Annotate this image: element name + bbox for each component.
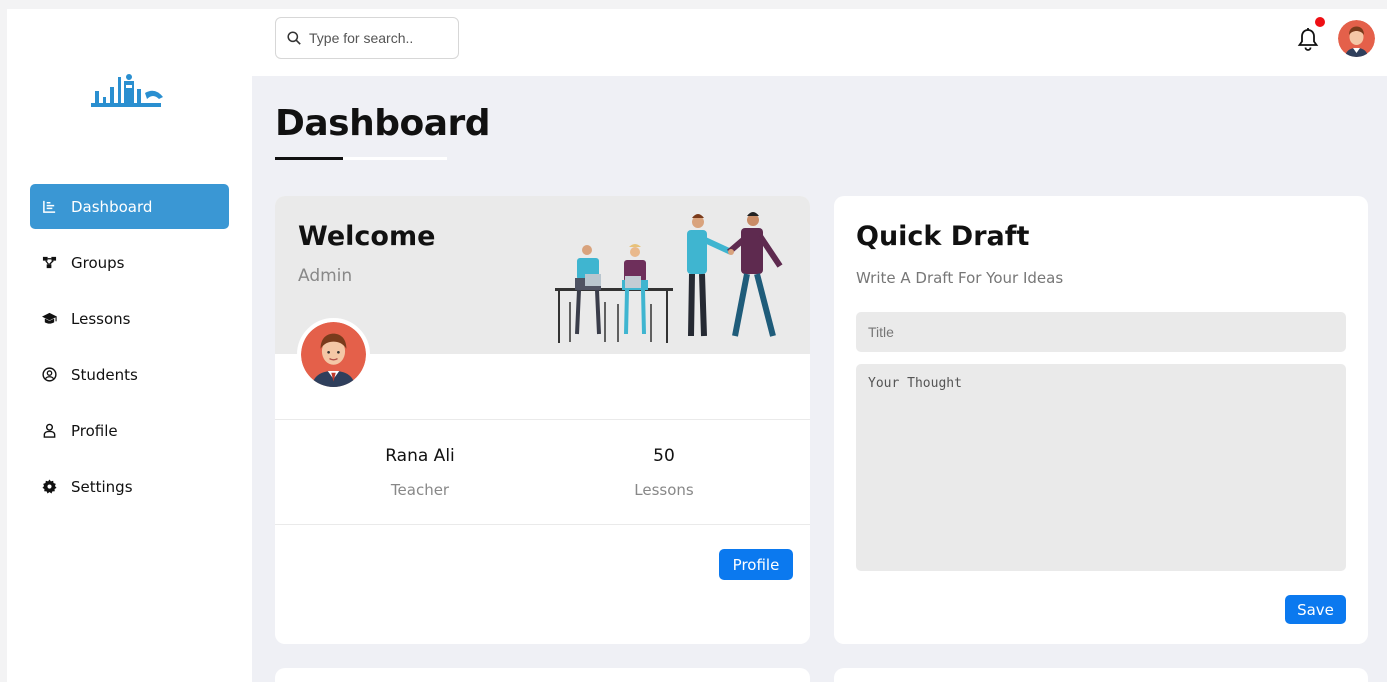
draft-title-field[interactable] bbox=[856, 312, 1346, 352]
avatar[interactable] bbox=[1338, 20, 1375, 57]
sidebar-item-label: Profile bbox=[71, 421, 118, 440]
diagram-icon bbox=[41, 255, 57, 271]
lessons-label: Lessons bbox=[634, 481, 694, 499]
search-box[interactable] bbox=[275, 17, 459, 59]
sidebar-item-settings[interactable]: Settings bbox=[30, 464, 229, 509]
sidebar-item-label: Students bbox=[71, 365, 138, 384]
sidebar: Dashboard Groups Lessons Students Profil… bbox=[7, 9, 252, 682]
bell-icon[interactable] bbox=[1297, 27, 1319, 51]
logo bbox=[91, 74, 163, 107]
welcome-subtitle: Admin bbox=[298, 266, 353, 286]
top-bar bbox=[252, 9, 1387, 76]
notification-badge bbox=[1315, 17, 1325, 27]
profile-button[interactable]: Profile bbox=[719, 549, 793, 580]
welcome-title: Welcome bbox=[298, 221, 436, 252]
user-role: Teacher bbox=[390, 481, 450, 499]
divider bbox=[275, 419, 810, 420]
stat-lessons: 50 Lessons bbox=[589, 446, 739, 499]
card-partial bbox=[275, 668, 810, 682]
sidebar-item-label: Settings bbox=[71, 477, 133, 496]
title-underline-accent bbox=[275, 157, 343, 160]
chart-icon bbox=[41, 199, 57, 215]
save-button[interactable]: Save bbox=[1285, 595, 1346, 624]
welcome-card: Welcome Admin Rana Ali Teacher 50 Lesson… bbox=[275, 196, 810, 644]
card-partial bbox=[834, 668, 1368, 682]
draft-title: Quick Draft bbox=[856, 221, 1030, 252]
page-title: Dashboard bbox=[275, 103, 491, 144]
sidebar-item-dashboard[interactable]: Dashboard bbox=[30, 184, 229, 229]
quick-draft-card: Quick Draft Write A Draft For Your Ideas… bbox=[834, 196, 1368, 644]
lessons-count: 50 bbox=[653, 446, 675, 466]
sidebar-item-groups[interactable]: Groups bbox=[30, 240, 229, 285]
user-circle-icon bbox=[41, 367, 57, 383]
search-icon bbox=[287, 31, 301, 45]
main-content: Dashboard Welcome Admin bbox=[252, 9, 1387, 682]
stat-name: Rana Ali Teacher bbox=[345, 446, 495, 499]
divider bbox=[275, 524, 810, 525]
sidebar-item-label: Groups bbox=[71, 253, 125, 272]
team-illustration bbox=[555, 212, 783, 343]
search-input[interactable] bbox=[309, 30, 449, 46]
draft-body-field[interactable] bbox=[856, 364, 1346, 571]
sidebar-item-students[interactable]: Students bbox=[30, 352, 229, 397]
profile-avatar bbox=[297, 318, 370, 391]
sidebar-item-lessons[interactable]: Lessons bbox=[30, 296, 229, 341]
user-name: Rana Ali bbox=[385, 446, 455, 466]
draft-subtitle: Write A Draft For Your Ideas bbox=[856, 269, 1064, 287]
graduation-cap-icon bbox=[41, 311, 57, 327]
gear-icon bbox=[41, 479, 57, 495]
sidebar-item-label: Dashboard bbox=[71, 197, 153, 216]
sidebar-item-profile[interactable]: Profile bbox=[30, 408, 229, 453]
user-icon bbox=[41, 423, 57, 439]
sidebar-nav: Dashboard Groups Lessons Students Profil… bbox=[30, 184, 229, 520]
sidebar-item-label: Lessons bbox=[71, 309, 131, 328]
